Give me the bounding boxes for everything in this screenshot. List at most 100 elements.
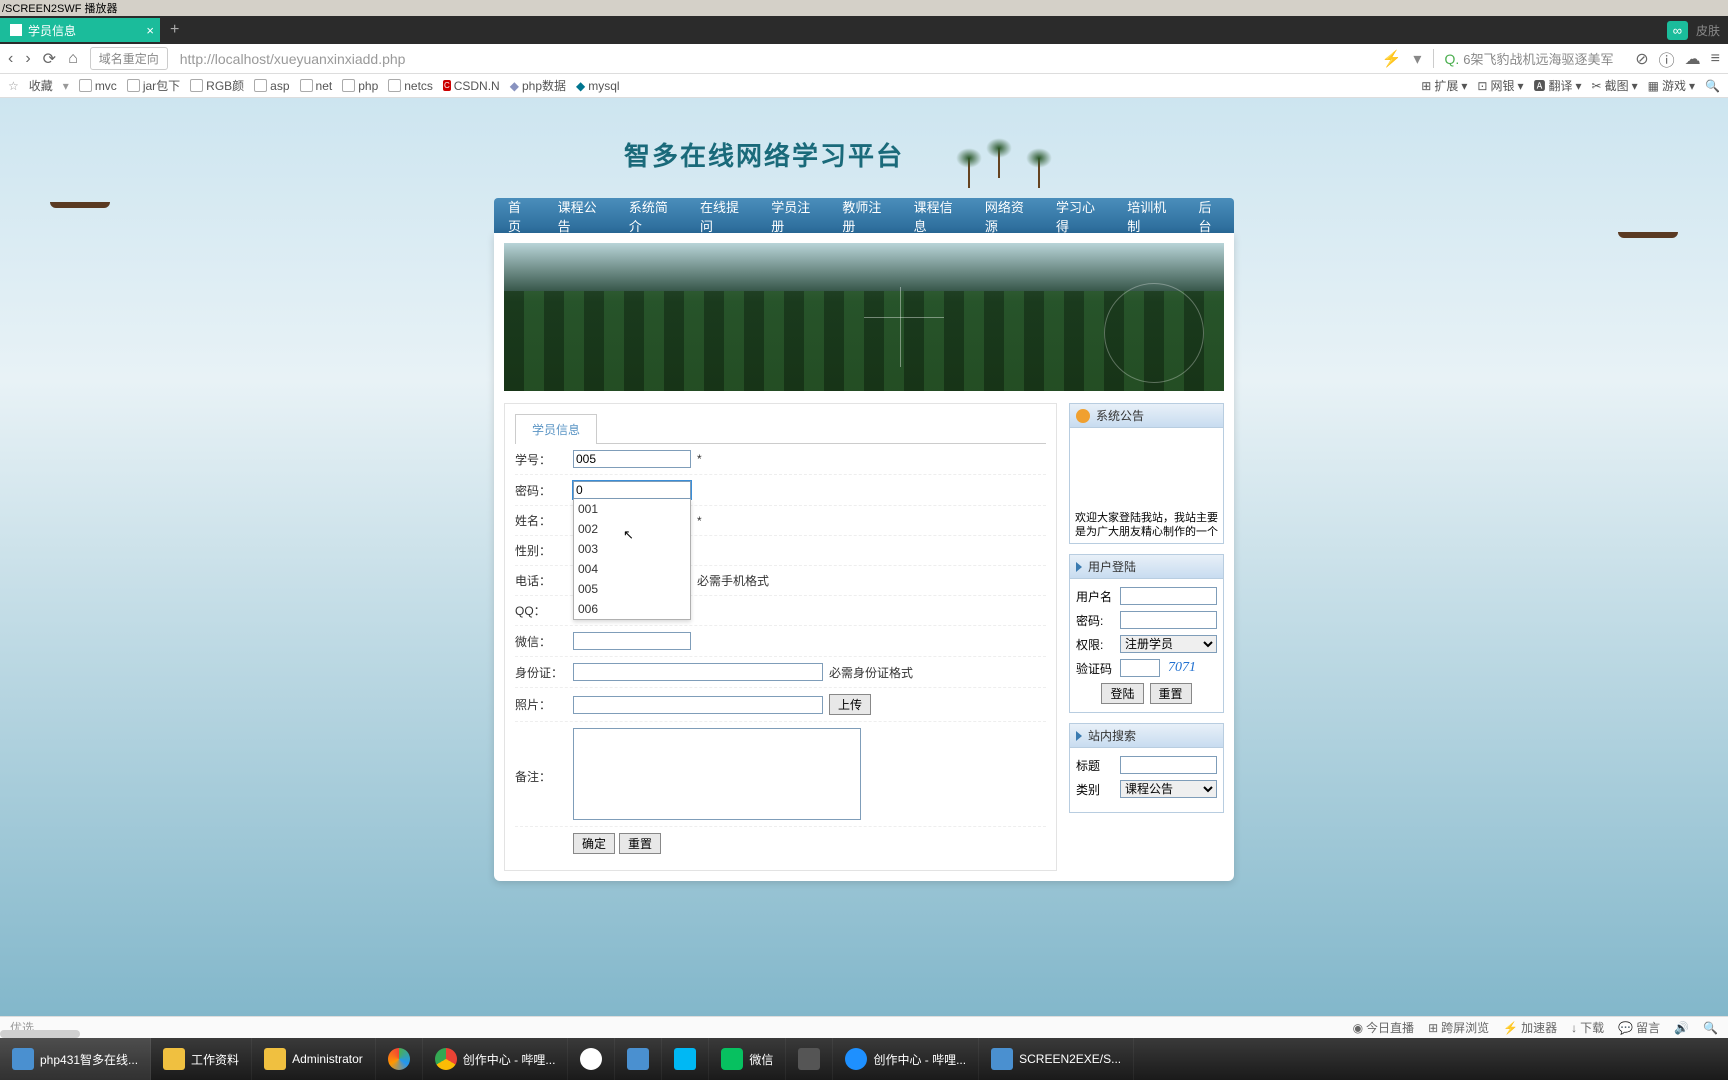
upload-button[interactable]: 上传 — [829, 694, 871, 715]
ext-badge[interactable]: ∞ — [1667, 21, 1688, 40]
bm-rgb[interactable]: RGB颜 — [190, 77, 244, 94]
close-tab-icon[interactable]: × — [146, 23, 154, 38]
sb-vol[interactable]: 🔊 — [1674, 1019, 1689, 1036]
bm-jar[interactable]: jar包下 — [127, 77, 180, 94]
input-username[interactable] — [1120, 587, 1217, 605]
dropdown-icon[interactable]: ▾ — [1413, 49, 1421, 69]
skin-button[interactable]: 皮肤 — [1696, 22, 1720, 39]
tb-php[interactable]: php431智多在线... — [0, 1038, 151, 1080]
bm-php[interactable]: php — [342, 79, 378, 93]
ac-item[interactable]: 003 — [574, 539, 690, 559]
select-category[interactable]: 课程公告 — [1120, 780, 1217, 798]
sidebar: 系统公告 欢迎大家登陆我站，我站主要 是为广大朋友精心制作的一个 用户登陆 用户… — [1069, 403, 1224, 871]
nav-admin[interactable]: 后台 — [1184, 197, 1234, 235]
ac-item[interactable]: 004 — [574, 559, 690, 579]
required-mark: * — [697, 514, 702, 528]
bm-net[interactable]: net — [300, 79, 333, 93]
input-password[interactable] — [1120, 611, 1217, 629]
textarea-beizhu[interactable] — [573, 728, 861, 820]
os-titlebar: /SCREEN2SWF 播放器 — [0, 0, 1728, 16]
bm-mysql[interactable]: ◆mysql — [576, 79, 620, 93]
bm-asp[interactable]: asp — [254, 79, 289, 93]
search-box[interactable]: Q. 6架飞豹战机远海驱逐美军 — [1433, 49, 1623, 68]
login-button[interactable]: 登陆 — [1101, 683, 1143, 704]
menu-icon[interactable]: ≡ — [1711, 50, 1720, 68]
home-button[interactable]: ⌂ — [68, 50, 78, 68]
sb-zoom[interactable]: 🔍 — [1703, 1019, 1718, 1036]
nav-student-reg[interactable]: 学员注册 — [757, 197, 828, 235]
ac-item[interactable]: 005 — [574, 579, 690, 599]
lightning-icon[interactable]: ⚡ — [1382, 49, 1402, 69]
reload-button[interactable]: ⟳ — [43, 49, 56, 69]
input-shenfenzheng[interactable] — [573, 663, 823, 681]
submit-button[interactable]: 确定 — [573, 833, 615, 854]
login-reset-button[interactable]: 重置 — [1150, 683, 1192, 704]
label-xingbie: 性别： — [515, 542, 573, 559]
search-icon[interactable]: 🔍 — [1705, 77, 1720, 94]
input-mima[interactable] — [573, 481, 691, 499]
input-search-title[interactable] — [1120, 756, 1217, 774]
nav-training[interactable]: 培训机制 — [1113, 197, 1184, 235]
tb-app4[interactable] — [662, 1038, 709, 1080]
back-button[interactable]: ‹ — [8, 50, 13, 68]
form-tab[interactable]: 学员信息 — [515, 414, 597, 444]
br-game[interactable]: ▦ 游戏 ▾ — [1648, 77, 1695, 94]
nav-announce[interactable]: 课程公告 — [544, 197, 615, 235]
tb-app1[interactable] — [376, 1038, 423, 1080]
label-username: 用户名 — [1076, 588, 1116, 605]
tb-wechat[interactable]: 微信 — [709, 1038, 786, 1080]
nav-home[interactable]: 首页 — [494, 197, 544, 235]
ac-item[interactable]: 002 — [574, 519, 690, 539]
announce-icon — [1076, 409, 1090, 423]
br-bank[interactable]: ⊡ 网银 ▾ — [1477, 77, 1523, 94]
sb-accel[interactable]: ⚡ 加速器 — [1503, 1019, 1557, 1036]
br-shot[interactable]: ✂ 截图 ▾ — [1592, 77, 1638, 94]
tb-ie[interactable]: 创作中心 - 哔哩... — [833, 1038, 979, 1080]
tb-screen2exe[interactable]: SCREEN2EXE/S... — [979, 1038, 1134, 1080]
bm-csdn[interactable]: CCSDN.N — [443, 79, 500, 93]
cloud-icon[interactable]: ☁ — [1685, 49, 1701, 69]
input-zhaopian[interactable] — [573, 696, 823, 714]
ac-item[interactable]: 001 — [574, 499, 690, 519]
url-input[interactable] — [180, 51, 1370, 67]
sb-live[interactable]: ◉ 今日直播 — [1353, 1019, 1415, 1036]
bm-phpdata[interactable]: ◆php数据 — [510, 77, 566, 94]
sb-cross[interactable]: ⊞ 跨屏浏览 — [1428, 1019, 1489, 1036]
nav-experience[interactable]: 学习心得 — [1042, 197, 1113, 235]
select-role[interactable]: 注册学员 — [1120, 635, 1217, 653]
nav-ask[interactable]: 在线提问 — [686, 197, 757, 235]
sb-msg[interactable]: 💬 留言 — [1618, 1019, 1660, 1036]
nav-resource[interactable]: 网络资源 — [971, 197, 1042, 235]
forward-button[interactable]: › — [25, 50, 30, 68]
br-ext[interactable]: ⊞ 扩展 ▾ — [1421, 77, 1467, 94]
nav-course[interactable]: 课程信息 — [900, 197, 971, 235]
tb-chrome[interactable]: 创作中心 - 哔哩... — [423, 1038, 569, 1080]
tab-active[interactable]: 学员信息 × — [0, 18, 160, 42]
ac-item[interactable]: 006 — [574, 599, 690, 619]
sb-download[interactable]: ↓ 下载 — [1571, 1019, 1604, 1036]
bm-netcs[interactable]: netcs — [388, 79, 433, 93]
tb-app5[interactable] — [786, 1038, 833, 1080]
voice-icon[interactable]: ⓘ — [1659, 47, 1675, 71]
tb-folder[interactable]: 工作资料 — [151, 1038, 252, 1080]
tb-admin[interactable]: Administrator — [252, 1038, 376, 1080]
nav-teacher-reg[interactable]: 教师注册 — [828, 197, 899, 235]
bm-mvc[interactable]: mvc — [79, 79, 117, 93]
tab-title: 学员信息 — [28, 22, 76, 39]
input-xuehao[interactable] — [573, 450, 691, 468]
new-tab-button[interactable]: + — [170, 21, 179, 39]
tb-app3[interactable] — [615, 1038, 662, 1080]
search-engine-icon: Q. — [1444, 51, 1459, 67]
nav-intro[interactable]: 系统简介 — [615, 197, 686, 235]
boat-decoration — [1608, 218, 1688, 238]
br-trans[interactable]: 🅰 翻译 ▾ — [1533, 77, 1581, 94]
stop-icon[interactable]: ⊘ — [1635, 49, 1648, 69]
tb-app2[interactable] — [568, 1038, 615, 1080]
input-weixin[interactable] — [573, 632, 691, 650]
input-captcha[interactable] — [1120, 659, 1160, 677]
label-captcha: 验证码 — [1076, 660, 1116, 677]
search-hint: 6架飞豹战机远海驱逐美军 — [1463, 49, 1623, 68]
scrollbar-thumb[interactable] — [0, 1030, 80, 1038]
reset-button[interactable]: 重置 — [619, 833, 661, 854]
star-icon[interactable]: ☆ — [8, 79, 19, 93]
